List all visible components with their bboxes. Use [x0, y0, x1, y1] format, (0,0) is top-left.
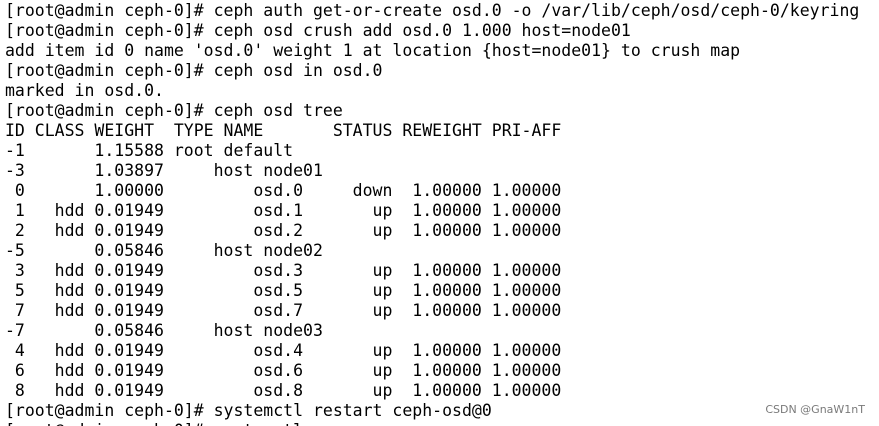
terminal-line: [root@admin ceph-0]# ceph osd tree [5, 101, 343, 120]
osd-tree-row: 0 1.00000 osd.0 down 1.00000 1.00000 [5, 181, 562, 200]
osd-tree-row: 2 hdd 0.01949 osd.2 up 1.00000 1.00000 [5, 221, 562, 240]
terminal-line: [root@admin ceph-0]# ceph osd in osd.0 [5, 61, 383, 80]
osd-tree-row: -3 1.03897 host node01 [5, 161, 323, 180]
terminal-window[interactable]: [root@admin ceph-0]# ceph auth get-or-cr… [0, 0, 879, 426]
terminal-output: [root@admin ceph-0]# ceph auth get-or-cr… [5, 1, 859, 426]
osd-tree-header: ID CLASS WEIGHT TYPE NAME STATUS REWEIGH… [5, 121, 562, 140]
osd-tree-row: 1 hdd 0.01949 osd.1 up 1.00000 1.00000 [5, 201, 562, 220]
terminal-line: marked in osd.0. [5, 81, 164, 100]
osd-tree-row: -5 0.05846 host node02 [5, 241, 323, 260]
terminal-line: [root@admin ceph-0]# ceph osd crush add … [5, 21, 631, 40]
terminal-line: [root@admin ceph-0]# systemctl restart c… [5, 401, 492, 420]
osd-tree-row: 4 hdd 0.01949 osd.4 up 1.00000 1.00000 [5, 341, 562, 360]
osd-tree-row: 8 hdd 0.01949 osd.8 up 1.00000 1.00000 [5, 381, 562, 400]
osd-tree-row: -7 0.05846 host node03 [5, 321, 323, 340]
osd-tree-row: 7 hdd 0.01949 osd.7 up 1.00000 1.00000 [5, 301, 562, 320]
osd-tree-row: 6 hdd 0.01949 osd.6 up 1.00000 1.00000 [5, 361, 562, 380]
terminal-line: add item id 0 name 'osd.0' weight 1 at l… [5, 41, 741, 60]
osd-tree-row: -1 1.15588 root default [5, 141, 294, 160]
terminal-line: [root@admin ceph-0]# ceph auth get-or-cr… [5, 1, 860, 20]
csdn-watermark: CSDN @GnaW1nT [765, 403, 865, 416]
osd-tree-row: 5 hdd 0.01949 osd.5 up 1.00000 1.00000 [5, 281, 562, 300]
osd-tree-row: 3 hdd 0.01949 osd.3 up 1.00000 1.00000 [5, 261, 562, 280]
terminal-line-cut-off: [root@admin ceph-0]# systemctl [5, 421, 859, 426]
